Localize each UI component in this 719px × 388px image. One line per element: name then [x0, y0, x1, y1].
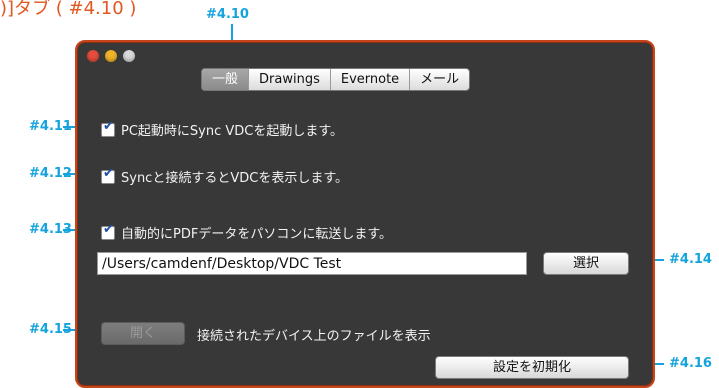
tab-evernote[interactable]: Evernote — [331, 69, 411, 90]
transfer-option[interactable]: ✔ 自動的にPDFデータをパソコンに転送します。 — [101, 221, 393, 242]
tab-general[interactable]: 一般 — [202, 69, 250, 90]
zoom-window-button[interactable] — [123, 50, 135, 62]
preferences-window: 一般 Drawings Evernote メール ✔ PC起動時にSync VD… — [75, 40, 655, 388]
open-button[interactable]: 開く — [101, 322, 185, 345]
annotation-reset: #4.16 — [669, 356, 712, 371]
checkmark-icon: ✔ — [103, 165, 114, 181]
destination-path-field[interactable]: /Users/camdenf/Desktop/VDC Test — [97, 252, 527, 275]
transfer-label: 自動的にPDFデータをパソコンに転送します。 — [121, 227, 393, 242]
annotation-tabs: #4.10 — [206, 7, 249, 22]
tab-mail[interactable]: メール — [410, 69, 469, 90]
startup-option[interactable]: ✔ PC起動時にSync VDCを起動します。 — [101, 118, 344, 139]
select-button[interactable]: 選択 — [543, 252, 629, 275]
checkmark-icon: ✔ — [103, 221, 114, 237]
startup-label: PC起動時にSync VDCを起動します。 — [121, 124, 344, 139]
checkmark-icon: ✔ — [103, 118, 114, 134]
annotation-select: #4.14 — [669, 252, 712, 267]
sync-label: Syncと接続するとVDCを表示します。 — [121, 171, 349, 186]
startup-checkbox[interactable]: ✔ — [101, 118, 115, 137]
sync-checkbox[interactable]: ✔ — [101, 165, 115, 184]
minimize-window-button[interactable] — [105, 50, 117, 62]
transfer-checkbox[interactable]: ✔ — [101, 221, 115, 240]
open-description: 接続されたデバイス上のファイルを表示 — [197, 329, 431, 344]
tab-bar: 一般 Drawings Evernote メール — [201, 68, 471, 91]
tab-drawings[interactable]: Drawings — [249, 69, 331, 90]
reset-settings-button[interactable]: 設定を初期化 — [435, 356, 629, 379]
page-heading: )]タブ ( #4.10 ) — [0, 0, 137, 19]
sync-option[interactable]: ✔ Syncと接続するとVDCを表示します。 — [101, 165, 349, 186]
close-window-button[interactable] — [87, 50, 99, 62]
